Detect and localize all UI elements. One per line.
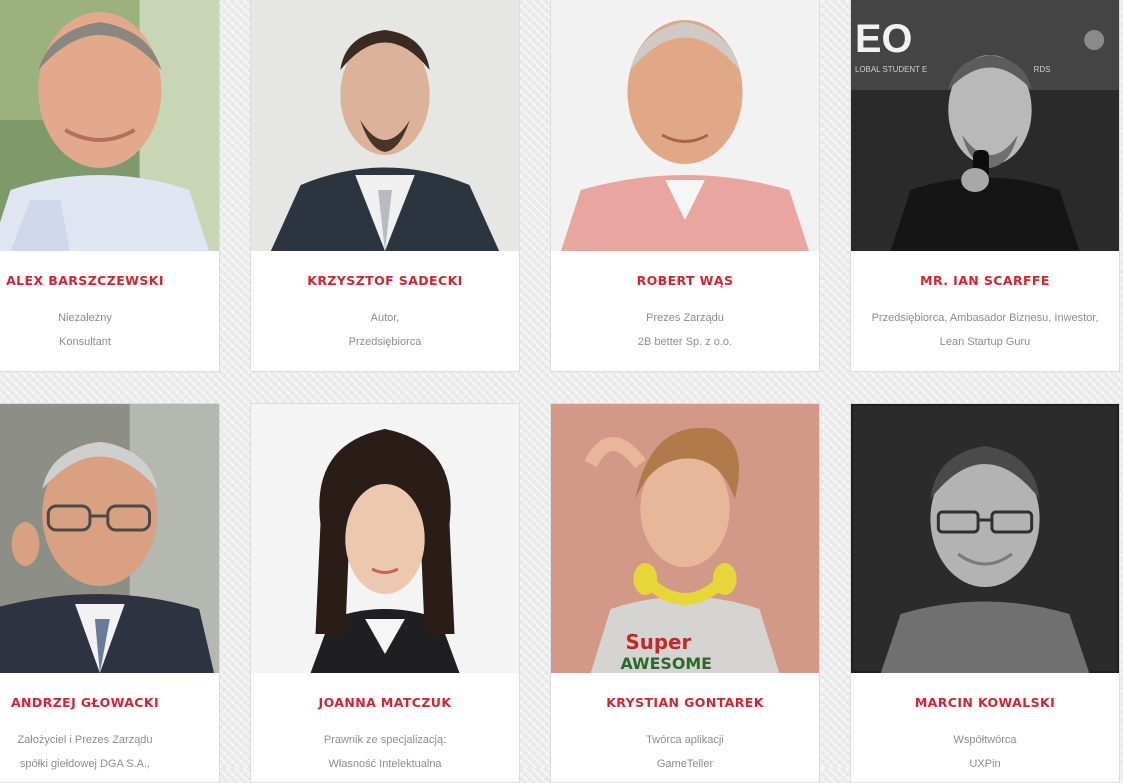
speaker-role: Współtwórca UXPin <box>851 728 1119 776</box>
speaker-photo[interactable] <box>251 0 519 251</box>
speaker-card[interactable]: ANDRZEJ GŁOWACKI Założyciel i Prezes Zar… <box>0 403 220 783</box>
speaker-card[interactable]: Super AWESOME KRYSTIAN GONTAREK Twórca a… <box>550 403 820 783</box>
speaker-name[interactable]: MARCIN KOWALSKI <box>851 695 1119 710</box>
speaker-card[interactable]: MARCIN KOWALSKI Współtwórca UXPin <box>850 403 1120 783</box>
speaker-card[interactable]: JOANNA MATCZUK Prawnik ze specjalizacją:… <box>250 403 520 783</box>
speaker-role-line: GameTeller <box>656 758 714 770</box>
speaker-role-line: UXPin <box>969 758 1001 770</box>
speaker-photo[interactable]: Super AWESOME <box>551 404 819 673</box>
speaker-card[interactable]: ALEX BARSZCZEWSKI Niezależny Konsultant <box>0 0 220 372</box>
speaker-card[interactable]: KRZYSZTOF SADECKI Autor, Przedsiębiorca <box>250 0 520 372</box>
speaker-role: Autor, Przedsiębiorca <box>251 306 519 354</box>
speaker-role-line: Prawnik ze specjalizacją: <box>323 734 447 746</box>
speaker-photo[interactable] <box>0 0 219 251</box>
speaker-role-line: Przedsiębiorca, Ambasador Biznesu, Inwes… <box>871 312 1099 324</box>
speaker-role-line: Przedsiębiorca <box>348 336 422 348</box>
speaker-photo[interactable] <box>851 404 1119 673</box>
speaker-role-line: Konsultant <box>59 336 111 348</box>
speaker-name[interactable]: MR. IAN SCARFFE <box>851 273 1119 288</box>
speaker-role: Przedsiębiorca, Ambasador Biznesu, Inwes… <box>851 306 1119 354</box>
speaker-photo[interactable] <box>251 404 519 673</box>
speaker-name[interactable]: KRZYSZTOF SADECKI <box>251 273 519 288</box>
speaker-photo[interactable] <box>0 404 219 673</box>
speaker-role: Założyciel i Prezes Zarządu spółki giełd… <box>0 728 219 776</box>
speaker-role-line: 2B better Sp. z o.o. <box>637 336 733 348</box>
speaker-role: Niezależny Konsultant <box>0 306 219 354</box>
speaker-role-line: Własność Intelektualna <box>328 758 442 770</box>
speaker-role-line: Niezależny <box>58 312 112 324</box>
banner-line-text: LOBAL STUDENT E <box>855 65 927 74</box>
banner-logo-text: EO <box>855 17 912 61</box>
speaker-photo[interactable]: EO LOBAL STUDENT E RDS <box>851 0 1119 251</box>
speaker-role-line: Lean Startup Guru <box>939 336 1031 348</box>
speaker-card[interactable]: ROBERT WĄS Prezes Zarządu 2B better Sp. … <box>550 0 820 372</box>
speaker-name[interactable]: ANDRZEJ GŁOWACKI <box>0 695 219 710</box>
speaker-role: Prezes Zarządu 2B better Sp. z o.o. <box>551 306 819 354</box>
speaker-role-line: Założyciel i Prezes Zarządu <box>17 734 153 746</box>
speaker-role-line: Współtwórca <box>953 734 1017 746</box>
speaker-name[interactable]: JOANNA MATCZUK <box>251 695 519 710</box>
speaker-name[interactable]: ALEX BARSZCZEWSKI <box>0 273 219 288</box>
speaker-card[interactable]: EO LOBAL STUDENT E RDS MR. IAN SCARFFE P… <box>850 0 1120 372</box>
speaker-role: Prawnik ze specjalizacją: Własność Intel… <box>251 728 519 776</box>
speaker-role-line: spółki giełdowej DGA S.A., <box>19 758 151 770</box>
shirt-text-line2: AWESOME <box>620 654 712 673</box>
speaker-role-line: Twórca aplikacji <box>646 734 724 746</box>
speaker-role-line: Autor, <box>370 312 400 324</box>
speaker-role: Twórca aplikacji GameTeller <box>551 728 819 776</box>
speaker-name[interactable]: ROBERT WĄS <box>551 273 819 288</box>
speaker-role-line: Prezes Zarządu <box>646 312 724 324</box>
speaker-name[interactable]: KRYSTIAN GONTAREK <box>551 695 819 710</box>
speaker-photo[interactable] <box>551 0 819 251</box>
shirt-text-line1: Super <box>625 631 691 654</box>
banner-suffix-text: RDS <box>1034 65 1051 74</box>
